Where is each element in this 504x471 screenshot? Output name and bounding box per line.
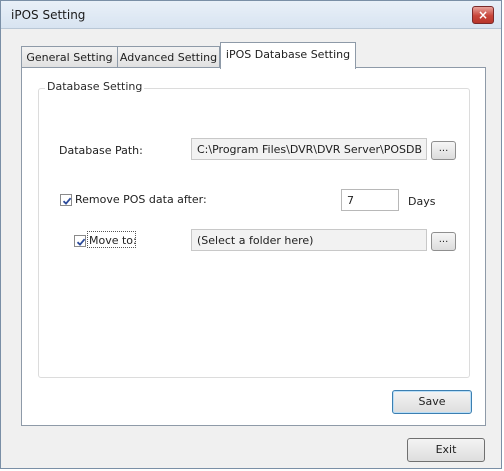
ipos-setting-window: iPOS Setting × General Setting Advanced … <box>0 0 502 469</box>
move-to-folder-placeholder: (Select a folder here) <box>197 234 314 247</box>
tab-panel: Database Setting Database Path: C:\Progr… <box>21 67 486 426</box>
exit-button[interactable]: Exit <box>407 438 485 462</box>
exit-button-label: Exit <box>435 443 457 456</box>
close-button[interactable]: × <box>472 6 494 24</box>
move-to-checkbox[interactable] <box>74 235 86 247</box>
remove-days-input[interactable]: 7 <box>341 189 399 211</box>
close-icon: × <box>477 8 489 22</box>
tab-label: iPOS Database Setting <box>225 48 351 61</box>
save-button-label: Save <box>418 395 446 408</box>
tab-label: General Setting <box>26 51 113 64</box>
title-bar: iPOS Setting × <box>1 1 501 29</box>
days-unit-label: Days <box>408 195 436 208</box>
database-path-field[interactable]: C:\Program Files\DVR\DVR Server\POSDB <box>191 138 427 160</box>
tab-general-setting[interactable]: General Setting <box>21 46 118 68</box>
move-to-label: Move to: <box>89 234 137 247</box>
browse-label: ... <box>438 234 449 245</box>
save-button[interactable]: Save <box>392 390 472 414</box>
remove-pos-data-label: Remove POS data after: <box>75 193 207 206</box>
group-label: Database Setting <box>45 80 145 93</box>
move-to-folder-field[interactable]: (Select a folder here) <box>191 229 427 251</box>
database-path-label: Database Path: <box>59 144 143 157</box>
checkmark-icon <box>76 238 86 246</box>
remove-pos-data-checkbox[interactable] <box>60 194 72 206</box>
database-path-browse-button[interactable]: ... <box>431 141 456 160</box>
window-title: iPOS Setting <box>11 8 86 22</box>
move-to-browse-button[interactable]: ... <box>431 232 456 251</box>
browse-label: ... <box>438 143 449 154</box>
tab-ipos-database-setting[interactable]: iPOS Database Setting <box>220 42 356 69</box>
checkmark-icon <box>62 197 72 205</box>
remove-days-value: 7 <box>347 194 354 207</box>
database-path-value: C:\Program Files\DVR\DVR Server\POSDB <box>197 143 423 156</box>
tab-advanced-setting[interactable]: Advanced Setting <box>117 46 220 68</box>
tab-label: Advanced Setting <box>119 51 218 64</box>
